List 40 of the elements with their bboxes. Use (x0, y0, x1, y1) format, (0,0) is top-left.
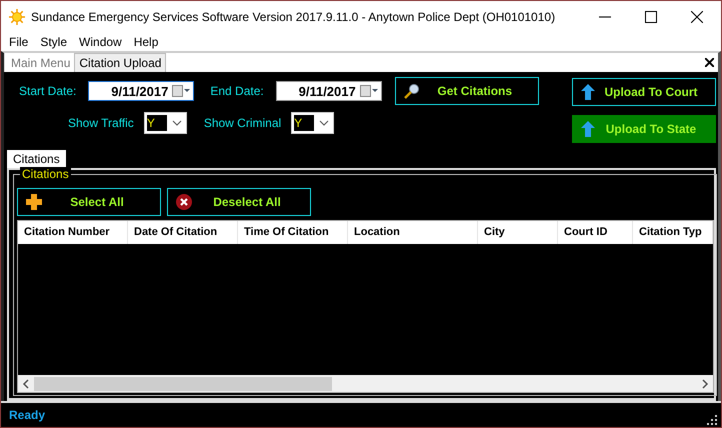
calendar-icon[interactable] (360, 85, 378, 97)
sun-icon (9, 8, 25, 24)
up-arrow-icon (581, 121, 595, 137)
menu-item[interactable]: Help (128, 34, 164, 48)
show-traffic-label: Show Traffic (68, 116, 134, 130)
maximize-icon[interactable] (645, 10, 657, 22)
deselect-all-button[interactable]: Deselect All (167, 188, 311, 216)
end-date-field[interactable]: 9/11/2017 (276, 81, 382, 101)
menu-item[interactable]: Window (73, 34, 128, 48)
close-icon[interactable] (691, 10, 703, 22)
show-criminal-dropdown[interactable]: Y (291, 112, 334, 134)
show-criminal-label: Show Criminal (204, 116, 282, 130)
calendar-icon[interactable] (172, 85, 190, 97)
status-text: Ready (9, 408, 46, 422)
cross-circle-icon (176, 194, 192, 210)
group-title: Citations (20, 167, 71, 181)
menu-item[interactable]: Style (34, 34, 74, 48)
start-date-label: Start Date: (19, 84, 76, 98)
start-date-field[interactable]: 9/11/2017 (88, 81, 194, 101)
document-tab[interactable]: Main Menu (7, 54, 74, 72)
citations-tab[interactable]: Citations (7, 150, 66, 168)
chevron-down-icon (319, 120, 330, 126)
scroll-left-icon[interactable] (22, 378, 30, 388)
plus-icon (26, 194, 42, 210)
upload-button[interactable]: Upload To State (572, 115, 716, 143)
upload-button[interactable]: Upload To Court (572, 78, 716, 106)
end-date-label: End Date: (210, 84, 264, 98)
select-all-button[interactable]: Select All (17, 188, 161, 216)
search-icon (404, 83, 420, 99)
horizontal-scrollbar[interactable] (18, 375, 713, 392)
menu-item[interactable]: File (3, 34, 34, 48)
document-tab[interactable]: Citation Upload (74, 53, 166, 72)
up-arrow-icon (581, 84, 595, 100)
window-title: Sundance Emergency Services Software Version 2017.9.11.0 - Anytown Police Dept (OH0101010) (31, 10, 556, 24)
chevron-down-icon (172, 120, 182, 126)
resize-grip-icon[interactable] (707, 415, 717, 425)
get-citations-button[interactable]: Get Citations (394, 77, 539, 105)
close-icon[interactable] (705, 58, 714, 67)
scroll-right-icon[interactable] (701, 378, 709, 388)
show-traffic-dropdown[interactable]: Y (144, 112, 187, 134)
